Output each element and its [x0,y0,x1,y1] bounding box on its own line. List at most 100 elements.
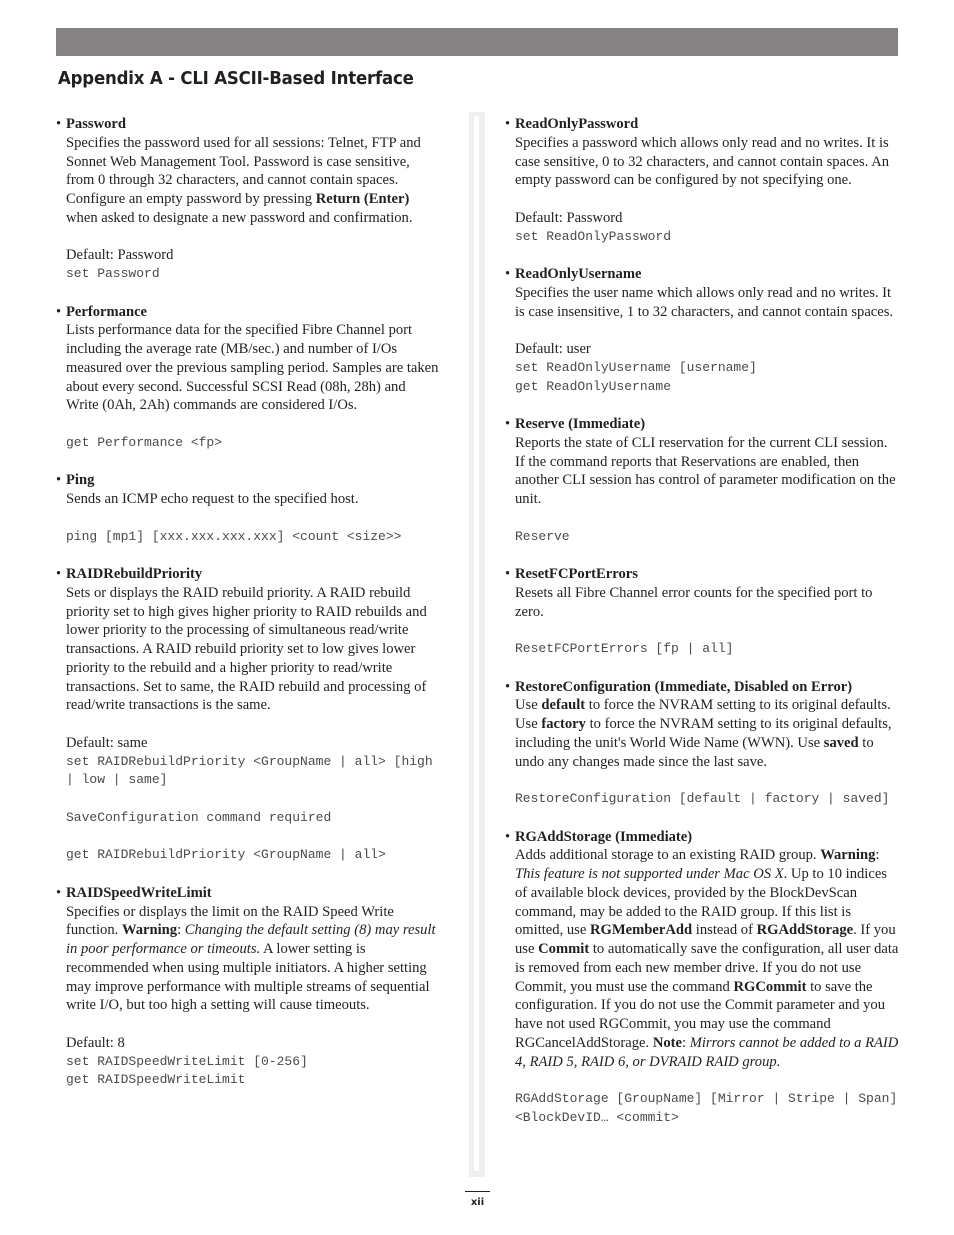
command-syntax: get RAIDRebuildPriority <GroupName | all… [66,847,386,863]
text-run: Specifies a password which allows only r… [515,134,890,189]
command-name: ReadOnlyUsername [515,266,642,282]
bullet-icon: • [505,116,511,132]
command-syntax: set RAIDRebuildPriority <GroupName | all… [66,753,441,788]
command-name: ResetFCPortErrors [515,566,638,582]
bold-text: Warning [121,922,178,939]
command-entry: • Performance Lists performance data for t… [56,303,441,453]
command-name: ReadOnlyPassword [515,116,639,132]
bold-text: Warning [820,847,876,864]
command-syntax: set Password [66,266,160,281]
bullet-icon: • [505,828,511,845]
command-entry: • RGAddStorage (Immediate) Adds additional… [505,828,900,1128]
bold-text: RGCommit [733,978,807,995]
command-description: Specifies the password used for all sess… [66,134,441,228]
page-number: xii [470,1197,485,1208]
command-syntax: RestoreConfiguration [default | factory … [515,791,890,806]
command-entry: • RAIDRebuildPriority Sets or displays the… [56,565,441,865]
header-bar [56,28,898,56]
text-run: Lists performance data for the specified… [66,322,439,414]
command-syntax: ping [mp1] [xxx.xxx.xxx.xxx] <count <siz… [66,528,402,544]
bold-text: saved [823,734,859,751]
default-value: Default: Password [66,247,174,264]
command-description: Specifies or displays the limit on the R… [66,903,441,1016]
command-description: Sets or displays the RAID rebuild priori… [66,584,441,715]
text-run: Reports the state of CLI reservation for… [515,434,896,507]
bullet-icon: • [56,472,62,489]
right-column: • ReadOnlyPassword Specifies a password wh… [505,115,900,1146]
command-entry: • ReadOnlyPassword Specifies a password wh… [505,115,900,246]
command-name: Password [66,116,126,132]
bold-text: Return (Enter) [315,191,410,207]
command-description: Use default to force the NVRAM setting t… [515,696,900,771]
command-description: Specifies the user name which allows onl… [515,284,900,322]
command-description: Adds additional storage to an existing R… [515,846,900,1071]
command-name: RestoreConfiguration (Immediate, Disable… [515,678,853,695]
bullet-icon: • [56,884,62,901]
bullet-icon: • [505,416,511,432]
command-syntax: Reserve [515,528,570,544]
bold-text: Commit [538,941,590,957]
bold-text: factory [541,716,586,732]
command-entry: • ResetFCPortErrors Resets all Fibre Chann… [505,565,900,659]
default-value: Default: user [515,341,591,357]
command-name: RAIDRebuildPriority [66,566,203,582]
text-run: Adds additional storage to an existing R… [515,847,821,864]
command-description: Specifies a password which allows only r… [515,134,900,190]
command-name: Ping [66,472,95,489]
default-value: Default: Password [515,209,623,226]
bullet-icon: • [56,116,62,132]
text-run: : [875,847,880,864]
command-name: Reserve (Immediate) [515,416,646,432]
bold-text: RGMemberAdd [590,922,693,939]
text-run: Sends an ICMP echo request to the specif… [66,491,359,507]
command-syntax: set ReadOnlyPassword [515,228,672,244]
text-run: Use [515,697,542,714]
command-entry: • RAIDSpeedWriteLimit Specifies or display… [56,884,441,1090]
footer-rule [465,1191,490,1192]
bullet-icon: • [56,303,62,320]
bold-text: default [541,697,586,714]
column-divider-inner [474,116,479,1171]
command-entry: • Ping Sends an ICMP echo request to the s… [56,471,441,546]
default-value: Default: same [66,734,148,751]
command-description: Reports the state of CLI reservation for… [515,434,900,509]
text-run: Sets or displays the RAID rebuild priori… [66,584,427,714]
default-value: Default: 8 [66,1034,125,1051]
command-entry: • Password Specifies the password used for… [56,115,441,284]
command-syntax: set ReadOnlyUsername [username] [515,359,757,375]
text-run: when asked to designate a new password a… [66,209,413,226]
command-entry: • RestoreConfiguration (Immediate, Disabl… [505,678,900,809]
command-syntax: get RAIDSpeedWriteLimit [66,1072,246,1088]
bold-text: RGAddStorage [756,922,854,939]
command-syntax: ResetFCPortErrors [fp | all] [515,641,734,656]
command-description: Lists performance data for the specified… [66,321,441,415]
command-name: RGAddStorage (Immediate) [515,828,693,845]
text-run: Specifies the user name which allows onl… [515,284,894,320]
text-run: Resets all Fibre Channel error counts fo… [515,584,873,620]
command-syntax: RGAddStorage [GroupName] [Mirror | Strip… [515,1091,906,1125]
text-run: : [177,922,185,939]
command-entry: • Reserve (Immediate) Reports the state of… [505,415,900,546]
bullet-icon: • [505,266,511,282]
command-name: RAIDSpeedWriteLimit [66,884,212,901]
column-divider [469,112,485,1177]
text-run: : [682,1034,690,1051]
command-syntax: set RAIDSpeedWriteLimit [0-256] [66,1053,308,1069]
command-description: Resets all Fibre Channel error counts fo… [515,584,900,622]
left-column: • Password Specifies the password used for… [56,115,441,1109]
page-title: Appendix A - CLI ASCII-Based Interface [58,68,414,89]
bullet-icon: • [505,678,511,695]
italic-text: This feature is not supported under Mac … [515,866,784,882]
bullet-icon: • [505,566,511,582]
